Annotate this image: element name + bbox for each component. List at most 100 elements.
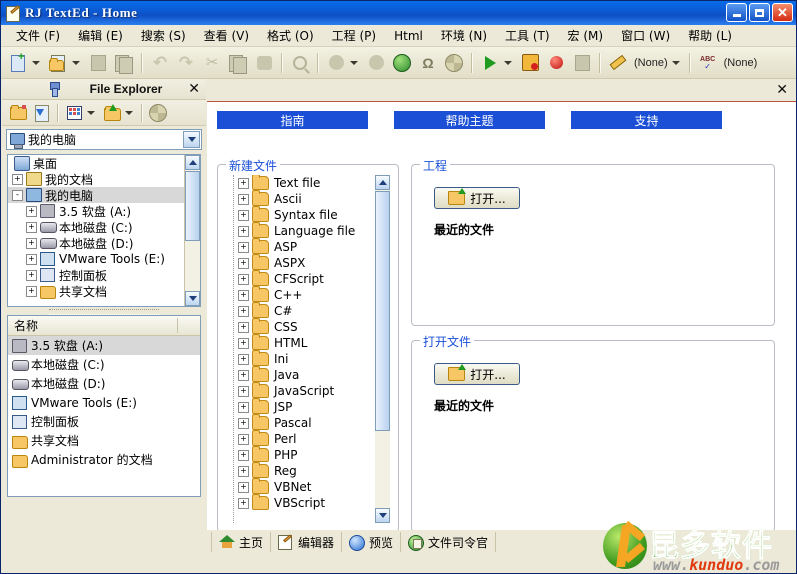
tree-item[interactable]: + Pascal — [226, 414, 392, 431]
tree-item[interactable]: + 共享文档 — [8, 283, 184, 299]
tree-item[interactable]: + Ascii — [226, 190, 392, 207]
tab-support[interactable]: 支持 — [571, 111, 722, 129]
redo-icon[interactable]: ↷ — [173, 50, 199, 76]
expander-icon[interactable]: + — [238, 177, 249, 189]
tree-item[interactable]: + CSS — [226, 318, 392, 335]
tree-item[interactable]: + JSP — [226, 398, 392, 415]
expander-icon[interactable]: + — [26, 205, 37, 217]
tree-item[interactable]: + Perl — [226, 430, 392, 447]
color2-icon[interactable] — [363, 50, 389, 76]
expander-icon[interactable]: + — [238, 417, 249, 429]
expander-icon[interactable]: + — [238, 369, 249, 381]
highlighter-icon[interactable] — [605, 50, 631, 76]
expander-icon[interactable]: - — [12, 189, 23, 201]
tree-item[interactable]: + VMware Tools (E:) — [8, 251, 184, 267]
menu-view[interactable]: 查看 (V) — [195, 25, 258, 46]
tree-item[interactable]: + CFScript — [226, 270, 392, 287]
tree-item[interactable]: + HTML — [226, 334, 392, 351]
menu-html[interactable]: Html — [385, 27, 432, 45]
tree-item[interactable]: + 我的文档 — [8, 171, 184, 187]
view-dropdown[interactable] — [87, 110, 95, 115]
folder-tree[interactable]: 桌面 + 我的文档 - 我的电脑 + 3.5 软盘 (A:) + 本地磁盘 (C… — [7, 154, 201, 307]
expander-icon[interactable]: + — [238, 497, 249, 509]
tab-help-topics[interactable]: 帮助主题 — [394, 111, 545, 129]
tab-home[interactable]: 主页 — [211, 532, 272, 552]
tree-item[interactable]: + Ini — [226, 350, 392, 367]
list-item[interactable]: 本地磁盘 (C:) — [8, 355, 200, 374]
tree-item[interactable]: + Syntax file — [226, 206, 392, 223]
list-item[interactable]: 共享文档 — [8, 431, 200, 450]
minimize-button[interactable] — [726, 3, 747, 22]
tab-file-commander[interactable]: 文件司令官 — [401, 532, 497, 552]
save-all-icon[interactable] — [111, 50, 137, 76]
expander-icon[interactable]: + — [238, 433, 249, 445]
list-item[interactable]: 3.5 软盘 (A:) — [8, 336, 200, 355]
new-file-tree[interactable]: + Text file + Ascii + Syntax file + Language… — [226, 175, 392, 523]
open-file-dropdown[interactable] — [72, 60, 80, 65]
record-macro-icon[interactable] — [543, 50, 569, 76]
tree-item[interactable]: 桌面 — [8, 155, 184, 171]
run-icon[interactable] — [477, 50, 503, 76]
view-details-icon[interactable] — [62, 102, 86, 124]
find-icon[interactable] — [287, 50, 313, 76]
expander-icon[interactable]: + — [238, 289, 249, 301]
menu-help[interactable]: 帮助 (L) — [679, 25, 741, 46]
expander-icon[interactable]: + — [12, 173, 23, 185]
expander-icon[interactable]: + — [26, 269, 37, 281]
explorer-settings-icon[interactable] — [146, 102, 170, 124]
expander-icon[interactable]: + — [238, 481, 249, 493]
run-dropdown[interactable] — [504, 60, 512, 65]
expander-icon[interactable]: + — [26, 285, 37, 297]
upload-dropdown[interactable] — [125, 110, 133, 115]
settings-icon[interactable] — [441, 50, 467, 76]
menu-search[interactable]: 搜索 (S) — [132, 25, 195, 46]
menu-format[interactable]: 格式 (O) — [258, 25, 323, 46]
tree-item[interactable]: - 我的电脑 — [8, 187, 184, 203]
expander-icon[interactable]: + — [238, 337, 249, 349]
special-char-icon[interactable]: Ω — [415, 50, 441, 76]
scrollbar-thumb[interactable] — [375, 191, 390, 431]
expander-icon[interactable]: + — [238, 385, 249, 397]
tree-item[interactable]: + JavaScript — [226, 382, 392, 399]
expander-icon[interactable]: + — [238, 465, 249, 477]
expander-icon[interactable]: + — [238, 401, 249, 413]
scroll-up-button[interactable] — [185, 155, 200, 170]
tree-item[interactable]: + 3.5 软盘 (A:) — [8, 203, 184, 219]
cut-icon[interactable]: ✂ — [199, 50, 225, 76]
expander-icon[interactable]: + — [238, 353, 249, 365]
spell-check-icon[interactable]: ABC ✓ — [695, 50, 721, 76]
location-combo[interactable]: 我的电脑 — [6, 129, 202, 150]
undo-icon[interactable]: ↶ — [147, 50, 173, 76]
list-item[interactable]: 本地磁盘 (D:) — [8, 374, 200, 393]
save-to-disk-icon[interactable] — [30, 102, 54, 124]
tree-item[interactable]: + 本地磁盘 (D:) — [8, 235, 184, 251]
expander-icon[interactable]: + — [238, 241, 249, 253]
tree-item[interactable]: + PHP — [226, 446, 392, 463]
expander-icon[interactable]: + — [238, 321, 249, 333]
scroll-down-button[interactable] — [375, 508, 390, 523]
stop-icon[interactable] — [569, 50, 595, 76]
menu-window[interactable]: 窗口 (W) — [612, 25, 679, 46]
tree-item[interactable]: + VBScript — [226, 494, 392, 511]
close-button[interactable]: ✕ — [772, 3, 793, 22]
list-item[interactable]: Administrator 的文档 — [8, 450, 200, 469]
expander-icon[interactable]: + — [238, 273, 249, 285]
pin-icon[interactable] — [46, 81, 62, 97]
project-open-button[interactable]: 打开... — [434, 187, 520, 209]
tree-item[interactable]: + Language file — [226, 222, 392, 239]
color-dropdown[interactable] — [350, 60, 358, 65]
menu-file[interactable]: 文件 (F) — [7, 25, 69, 46]
expander-icon[interactable]: + — [26, 221, 37, 233]
new-file-dropdown[interactable] — [32, 60, 40, 65]
tree-item[interactable]: + ASP — [226, 238, 392, 255]
highlight-scheme-dropdown[interactable] — [671, 60, 680, 65]
menu-environment[interactable]: 环境 (N) — [432, 25, 496, 46]
list-item[interactable]: VMware Tools (E:) — [8, 393, 200, 412]
list-item[interactable]: 控制面板 — [8, 412, 200, 431]
expander-icon[interactable]: + — [238, 257, 249, 269]
expander-icon[interactable]: + — [238, 209, 249, 221]
tree-item[interactable]: + 本地磁盘 (C:) — [8, 219, 184, 235]
file-list[interactable]: 名称 3.5 软盘 (A:) 本地磁盘 (C:) 本地磁盘 (D:) VMwar… — [7, 315, 201, 497]
paste-icon[interactable] — [251, 50, 277, 76]
tree-item[interactable]: + C++ — [226, 286, 392, 303]
